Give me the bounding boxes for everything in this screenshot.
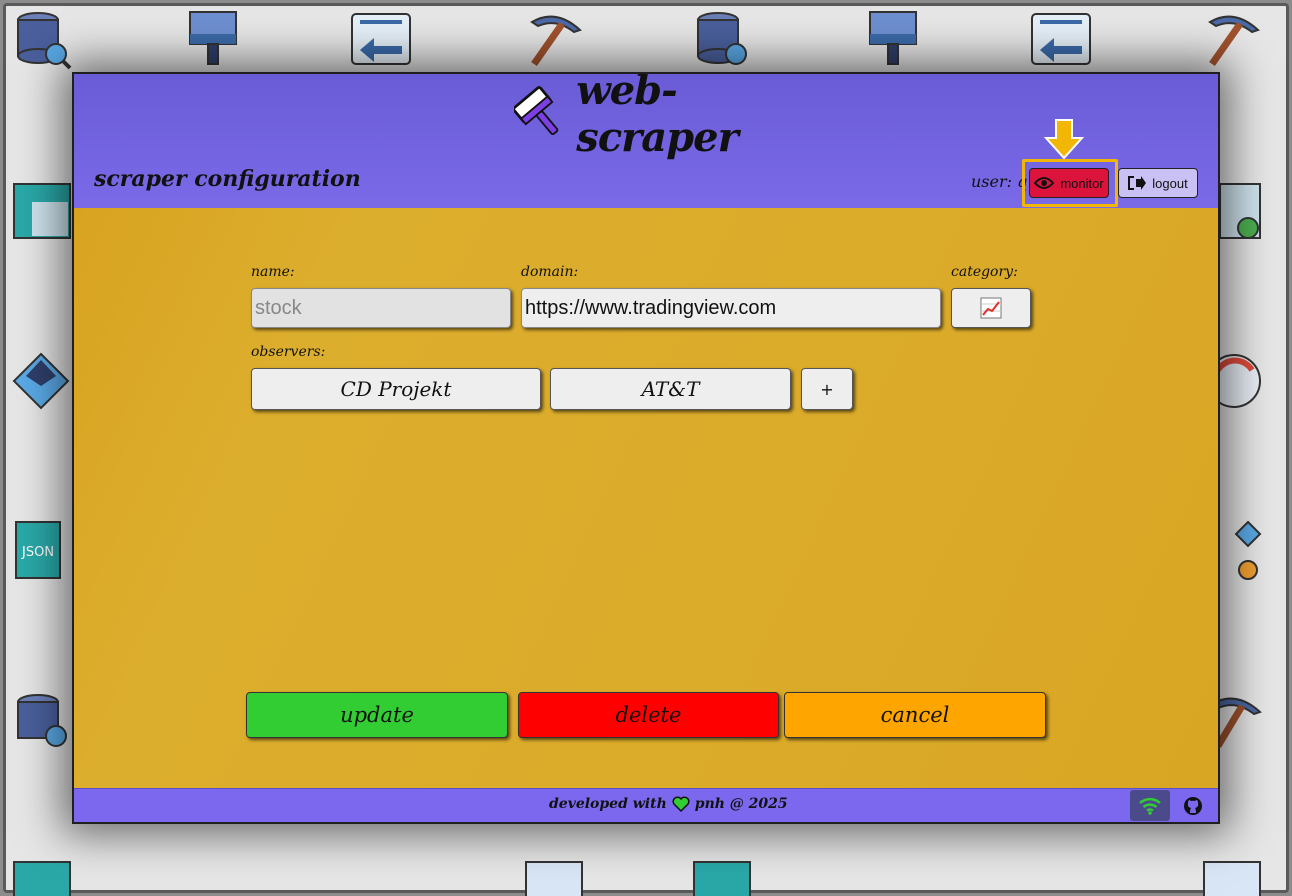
back-arrow-icon [1030, 8, 1092, 70]
category-button[interactable] [951, 288, 1031, 328]
category-label: category: [951, 264, 1018, 280]
paint-roller-icon [514, 86, 559, 136]
flowchart-icon [1218, 520, 1280, 582]
paint-brush-icon [182, 8, 244, 70]
footer-text-after: pnh @ 2025 [694, 796, 788, 812]
spreadsheet-icon [522, 858, 584, 896]
domain-label: domain: [521, 264, 579, 280]
table-icon [690, 858, 752, 896]
spreadsheet-icon [1200, 858, 1262, 896]
heart-icon [672, 796, 690, 812]
arrow-down-icon [1043, 119, 1085, 160]
database-search-icon [690, 8, 752, 70]
table-add-icon [1218, 180, 1280, 242]
pickaxe-icon [522, 8, 584, 70]
observer-button[interactable]: CD Projekt [251, 368, 541, 410]
logout-label: logout [1152, 175, 1188, 191]
monitor-button[interactable]: monitor [1029, 168, 1109, 198]
app-logo[interactable]: web-scraper [514, 74, 814, 161]
table-icon [10, 180, 72, 242]
wifi-icon [1139, 797, 1161, 815]
name-field: stock [251, 288, 511, 328]
app-footer: developed with pnh @ 2025 [74, 788, 1218, 822]
database-search-icon [10, 8, 72, 70]
json-file-icon: JSON [10, 520, 72, 582]
update-button[interactable]: update [246, 692, 508, 738]
config-panel: name: stock domain: https://www.tradingv… [74, 208, 1218, 788]
monitor-label: monitor [1060, 175, 1104, 191]
table-icon [10, 858, 72, 896]
footer-text-before: developed with [549, 796, 667, 812]
connection-status [1130, 790, 1170, 821]
back-arrow-icon [350, 8, 412, 70]
database-search-icon [10, 690, 72, 752]
delete-button[interactable]: delete [518, 692, 779, 738]
page-title: scraper configuration [94, 166, 361, 192]
logout-button[interactable]: logout [1118, 168, 1198, 198]
domain-field[interactable]: https://www.tradingview.com [521, 288, 941, 328]
observers-label: observers: [251, 344, 326, 360]
add-observer-button[interactable]: + [801, 368, 853, 410]
paint-brush-icon [862, 8, 924, 70]
footer-credit: developed with pnh @ 2025 [549, 796, 788, 812]
app-header: web-scraper scraper configuration user: … [74, 74, 1218, 208]
pickaxe-icon [1200, 8, 1262, 70]
layers-icon [10, 350, 72, 412]
cancel-button[interactable]: cancel [784, 692, 1046, 738]
user-label: user: q [971, 172, 1028, 191]
app-name: web-scraper [576, 72, 738, 161]
app-window: web-scraper scraper configuration user: … [72, 72, 1220, 824]
name-label: name: [251, 264, 295, 280]
logout-icon [1128, 176, 1147, 190]
github-icon[interactable] [1182, 795, 1204, 817]
svg-text:JSON: JSON [21, 545, 54, 560]
eye-icon [1034, 177, 1055, 189]
chart-increasing-icon [980, 297, 1002, 319]
gauge-icon [1207, 350, 1280, 412]
observer-button[interactable]: AT&T [550, 368, 791, 410]
pickaxe-icon [1210, 690, 1280, 752]
